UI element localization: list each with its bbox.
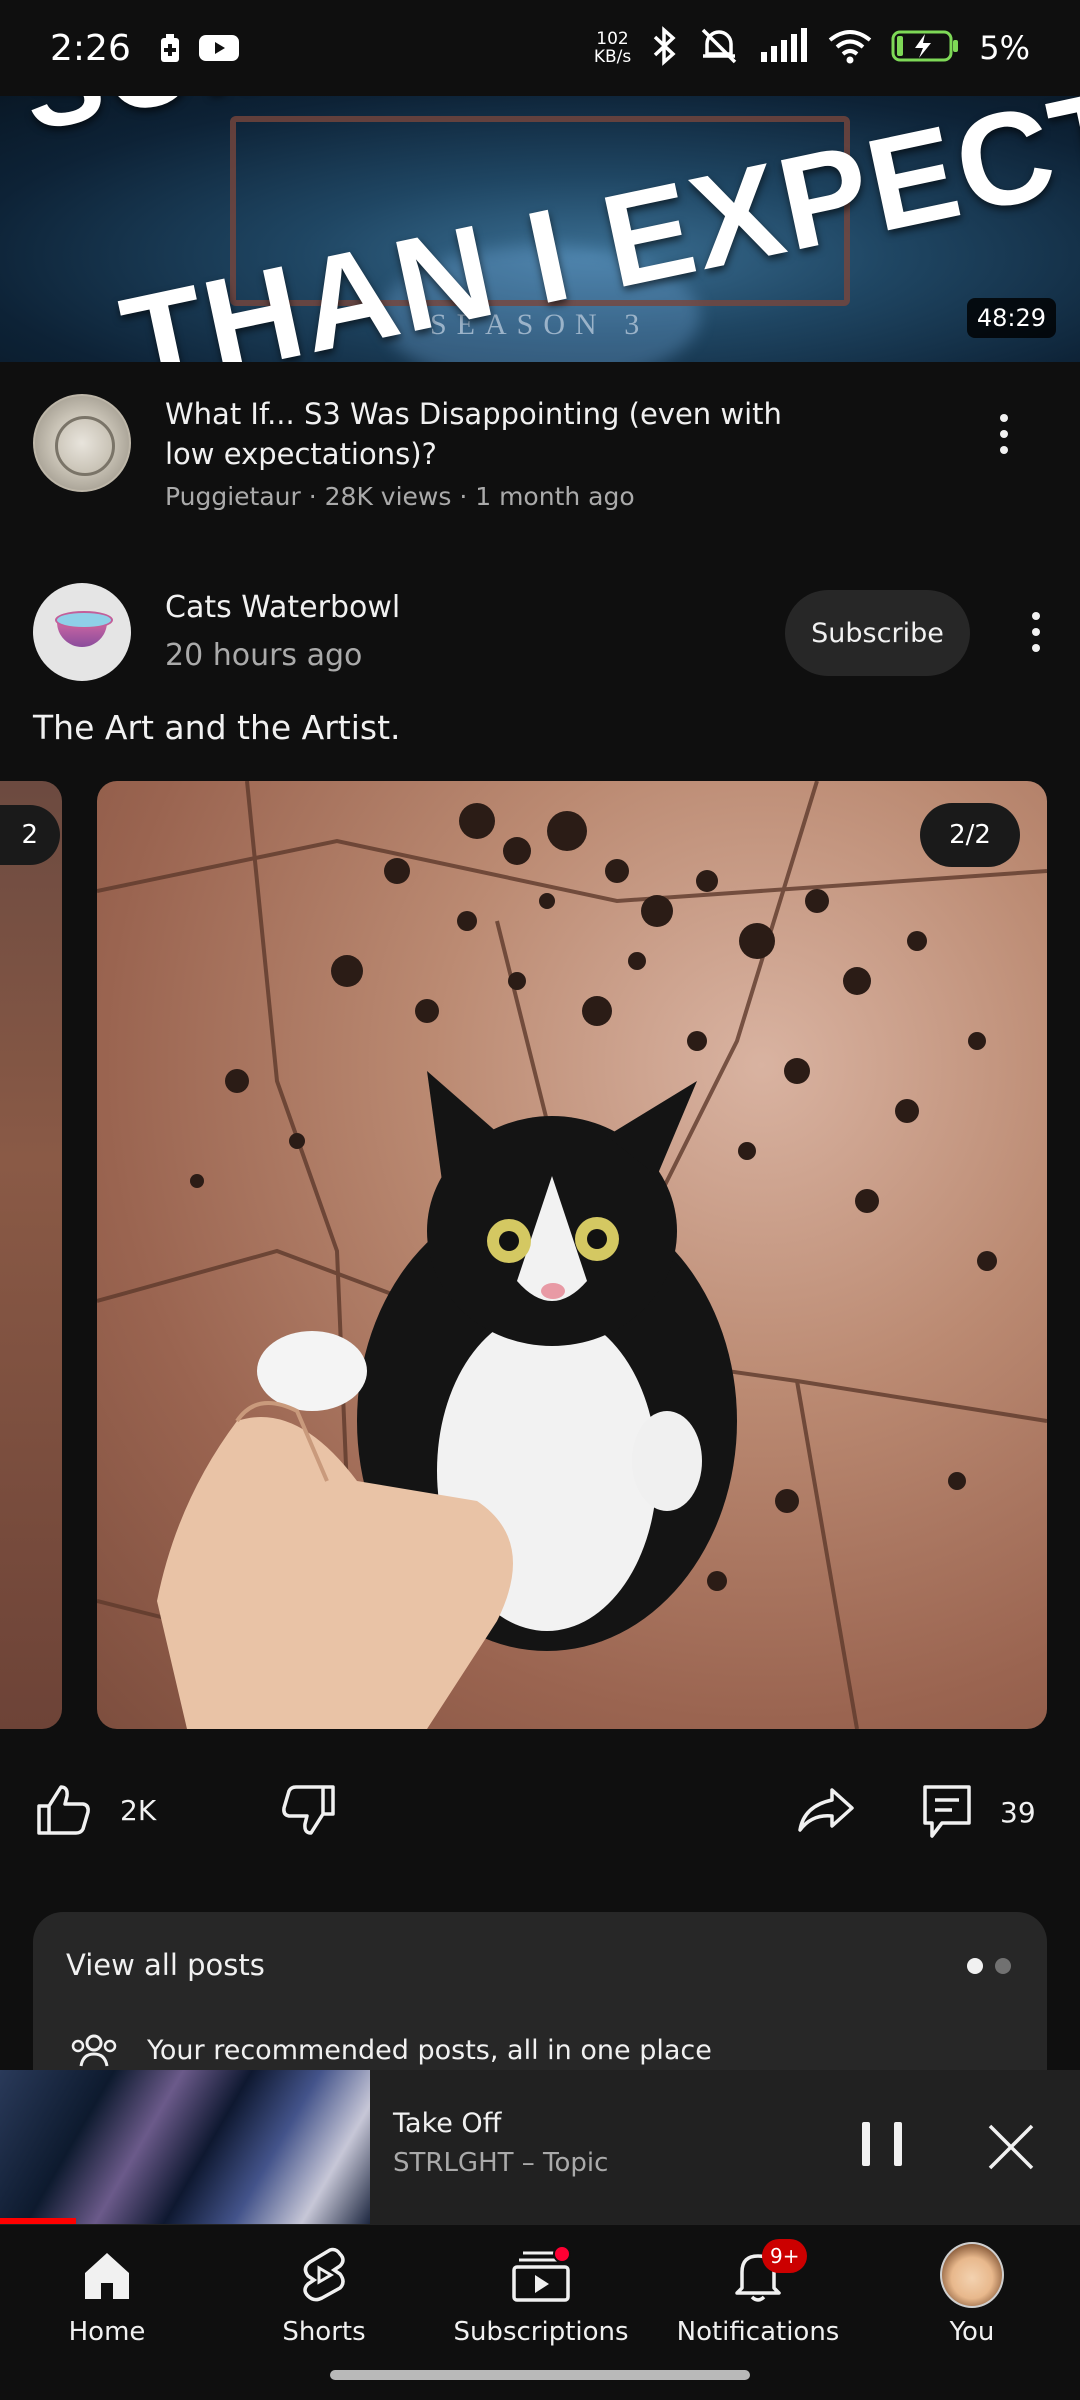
video-thumbnail[interactable]: SEASON 3 SOME THAN I EXPECTE 48:29 [0,96,1080,362]
post-image[interactable] [97,781,1047,1729]
mini-player[interactable]: Take Off STRLGHT – Topic [0,2070,1080,2224]
pause-icon[interactable] [862,2122,902,2172]
view-all-posts-subtitle: Your recommended posts, all in one place [147,2034,712,2066]
nav-shorts[interactable]: Shorts [224,2243,424,2347]
battery-saver-icon [159,33,181,63]
avatar [940,2242,1004,2308]
youtube-notification-icon [198,33,239,63]
subscriptions-icon [509,2243,573,2307]
dislike-icon [282,1785,335,1835]
nav-notifications[interactable]: 9+ Notifications [658,2239,858,2347]
like-icon [37,1785,90,1835]
status-time: 2:26 [50,27,131,69]
mini-player-artist: STRLGHT – Topic [393,2148,609,2178]
bell-icon: 9+ [726,2239,808,2307]
previous-image-counter: 2 [0,805,60,865]
people-icon [71,2034,117,2067]
channel-avatar[interactable] [33,394,131,492]
like-count: 2K [120,1793,157,1827]
nav-subscriptions[interactable]: Subscriptions [441,2243,641,2347]
image-counter: 2/2 [920,803,1020,867]
nav-you[interactable]: You [872,2242,1072,2347]
comments-button[interactable]: 39 [922,1784,1036,1840]
video-meta: Puggietaur · 28K views · 1 month ago [165,482,635,511]
video-more-icon[interactable] [984,404,1024,464]
home-indicator[interactable] [330,2370,750,2380]
dislike-button[interactable] [280,1784,336,1836]
video-title[interactable]: What If... S3 Was Disappointing (even wi… [165,394,805,474]
video-duration: 48:29 [966,298,1056,338]
post-channel-avatar[interactable] [33,583,131,681]
previous-post-image[interactable] [0,781,62,1729]
bluetooth-icon [649,26,679,70]
nav-shorts-label: Shorts [282,2317,366,2347]
subscribe-button[interactable]: Subscribe [785,590,970,676]
nav-notifications-label: Notifications [676,2317,840,2347]
notification-badge: 9+ [762,2239,808,2273]
battery-percent: 5% [979,29,1030,67]
close-icon[interactable] [986,2122,1036,2172]
mute-icon [697,26,741,70]
page-dot [995,1958,1011,1974]
view-all-posts-title[interactable]: View all posts [66,1948,265,1982]
subscriptions-new-dot [553,2245,571,2263]
battery-charging-icon [891,28,961,68]
share-icon [798,1788,854,1832]
wifi-icon [827,28,873,68]
cat-photo [97,781,1047,1729]
card-page-dots [967,1958,1011,1974]
like-button[interactable]: 2K [36,1784,156,1836]
post-more-icon[interactable] [1016,602,1056,662]
nav-you-label: You [949,2317,995,2347]
post-actions: 2K 39 [0,1770,1080,1850]
cell-signal-icon [759,28,809,68]
comment-count: 39 [1000,1795,1036,1829]
view-all-posts-card[interactable]: View all posts Your recommended posts, a… [33,1912,1047,2072]
post-text: The Art and the Artist. [33,708,401,747]
status-bar: 2:26 102 KB/s 5% [0,0,1080,96]
water-bowl-icon [55,611,113,647]
mini-player-title[interactable]: Take Off [393,2108,501,2139]
network-speed: 102 KB/s [593,29,632,67]
video-info-row[interactable]: What If... S3 Was Disappointing (even wi… [0,362,1080,542]
shorts-icon [292,2243,356,2307]
page-dot-active [967,1958,983,1974]
post-channel-name[interactable]: Cats Waterbowl [165,590,400,625]
mini-player-artwork[interactable] [0,2070,370,2224]
nav-home-label: Home [68,2317,146,2347]
nav-subscriptions-label: Subscriptions [453,2317,629,2347]
share-button[interactable] [796,1784,856,1836]
comment-icon [923,1785,971,1838]
card-row: Your recommended posts, all in one place [69,2032,712,2068]
home-icon [75,2243,139,2307]
post-time: 20 hours ago [165,638,363,673]
nav-home[interactable]: Home [7,2243,207,2347]
